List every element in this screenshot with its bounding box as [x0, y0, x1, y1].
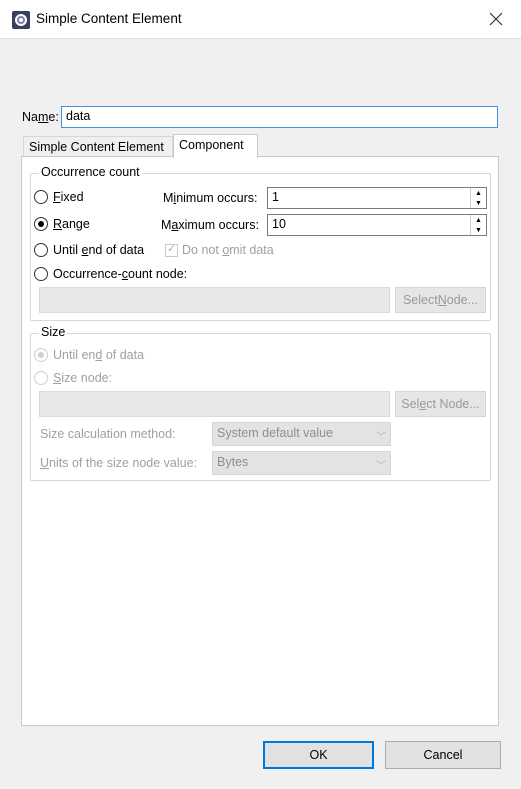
until-end-of-data-radio[interactable]: Until end of data [34, 243, 144, 257]
size-calc-method-select: System default value ﹀ [212, 422, 391, 446]
count-node-label: Occurrence-count node: [53, 267, 188, 281]
spin-up-icon[interactable]: ▲ [471, 188, 486, 198]
spin-up-icon[interactable]: ▲ [471, 215, 486, 225]
size-node-radio: Size node: [34, 371, 112, 385]
size-label: Size [39, 325, 68, 339]
size-calc-method-label: Size calculation method: [40, 427, 176, 441]
until-end-label: Until end of data [53, 243, 145, 257]
until-end-radio-button[interactable] [34, 243, 48, 257]
minimum-occurs-label: Minimum occurs: [163, 191, 258, 205]
occurrence-select-node-button: Select Node... [395, 287, 486, 313]
maximum-occurs-value[interactable]: 10 [268, 215, 470, 235]
fixed-label: Fixed [53, 190, 84, 204]
close-icon[interactable] [481, 5, 511, 33]
occurrence-count-label: Occurrence count [39, 165, 142, 179]
tab-component[interactable]: Component [173, 134, 258, 158]
size-until-end-radio-button [34, 348, 48, 362]
app-icon [12, 11, 30, 29]
chevron-down-icon: ﹀ [376, 432, 386, 443]
fixed-radio[interactable]: Fixed [34, 190, 84, 204]
title-bar: Simple Content Element [0, 0, 521, 39]
occurrence-node-field [39, 287, 390, 313]
units-value: Bytes [217, 455, 249, 469]
minimum-occurs-spinner[interactable]: 1 ▲ ▼ [267, 187, 487, 209]
size-calc-method-value: System default value [217, 426, 334, 440]
tab-panel: Occurrence count Fixed Minimum occurs: 1… [21, 156, 499, 726]
size-until-end-label: Until end of data [53, 348, 145, 362]
do-not-omit-label: Do not omit data [182, 243, 274, 257]
do-not-omit-checkbox[interactable]: Do not omit data [165, 242, 274, 257]
tab-simple-content-element[interactable]: Simple Content Element [23, 136, 173, 156]
size-until-end-radio: Until end of data [34, 348, 144, 362]
maximum-occurs-label: Maximum occurs: [161, 218, 259, 232]
minimum-occurs-value[interactable]: 1 [268, 188, 470, 208]
chevron-down-icon: ﹀ [376, 461, 386, 472]
units-select: Bytes ﹀ [212, 451, 391, 475]
size-select-node-button: Sel e ct Node... [395, 391, 486, 417]
size-node-field [39, 391, 390, 417]
ok-button[interactable]: OK [263, 741, 374, 769]
size-node-label: Size node: [53, 371, 113, 385]
size-node-radio-button [34, 371, 48, 385]
maximum-occurs-spinner[interactable]: 10 ▲ ▼ [267, 214, 487, 236]
range-radio[interactable]: Range [34, 217, 90, 231]
fixed-radio-button[interactable] [34, 190, 48, 204]
occurrence-count-node-radio[interactable]: Occurrence-count node: [34, 267, 187, 281]
range-label: Range [53, 217, 90, 231]
spin-down-icon[interactable]: ▼ [471, 198, 486, 208]
cancel-button[interactable]: Cancel [385, 741, 501, 769]
do-not-omit-check-icon[interactable] [165, 242, 178, 257]
units-label: Units of the size node value: [40, 456, 198, 470]
spin-down-icon[interactable]: ▼ [471, 225, 486, 235]
name-label: Name: [22, 110, 59, 124]
range-radio-button[interactable] [34, 217, 48, 231]
window-title: Simple Content Element [36, 11, 182, 26]
count-node-radio-button[interactable] [34, 267, 48, 281]
name-input[interactable]: data [61, 106, 498, 128]
